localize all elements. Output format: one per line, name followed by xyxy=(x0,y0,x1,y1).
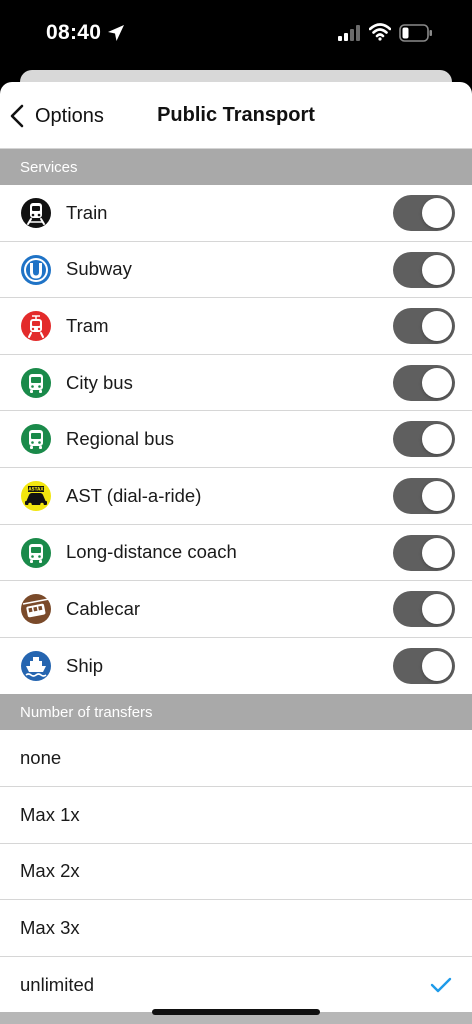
regional-bus-icon xyxy=(20,423,52,455)
service-row-subway: Subway xyxy=(0,241,472,299)
transfer-option-none[interactable]: none xyxy=(0,730,472,787)
city-bus-icon xyxy=(20,367,52,399)
service-row-long-distance-coach: Long-distance coach xyxy=(0,524,472,582)
service-row-regional-bus: Regional bus xyxy=(0,411,472,468)
service-row-tram: Tram xyxy=(0,298,472,355)
coach-toggle[interactable] xyxy=(393,534,455,571)
cellular-signal-icon xyxy=(338,25,360,41)
toggle-knob xyxy=(422,198,452,228)
transfer-label: Max 2x xyxy=(20,860,80,882)
service-label: Ship xyxy=(66,655,104,677)
service-row-train: Train xyxy=(0,185,472,242)
ast-taxi-icon: ASTAX xyxy=(20,480,52,512)
service-row-city-bus: City bus xyxy=(0,354,472,412)
service-label: AST (dial-a-ride) xyxy=(66,484,202,506)
transfer-label: Max 3x xyxy=(20,916,80,938)
service-label: Subway xyxy=(66,258,132,280)
status-time: 08:40 xyxy=(46,21,102,44)
toggle-knob xyxy=(422,650,452,681)
location-arrow-icon xyxy=(108,25,124,41)
home-indicator[interactable] xyxy=(152,1009,320,1015)
options-sheet: Options Public Transport Services Train xyxy=(0,82,472,1024)
ast-toggle[interactable] xyxy=(393,477,455,514)
transfer-label: unlimited xyxy=(20,974,95,996)
tram-toggle[interactable] xyxy=(393,308,455,345)
city-bus-toggle[interactable] xyxy=(393,364,455,401)
services-list: Train Subway Tram City bus Regional bus … xyxy=(0,185,472,695)
toggle-knob xyxy=(422,537,452,568)
toggle-knob xyxy=(422,254,452,285)
service-label: Long-distance coach xyxy=(66,541,237,563)
section-header-services: Services xyxy=(0,149,472,185)
service-label: Regional bus xyxy=(66,428,174,450)
regional-bus-toggle[interactable] xyxy=(393,421,455,458)
section-header-transfers: Number of transfers xyxy=(0,694,472,731)
transfers-list: none Max 1x Max 2x Max 3x unlimited xyxy=(0,730,472,1014)
transfer-option-max-1x[interactable]: Max 1x xyxy=(0,786,472,844)
train-toggle[interactable] xyxy=(393,195,455,231)
status-bar: 08:40 xyxy=(0,0,472,70)
transfer-option-unlimited[interactable]: unlimited xyxy=(0,956,472,1014)
wifi-icon xyxy=(369,23,391,41)
service-label: Train xyxy=(66,201,108,223)
subway-icon xyxy=(20,254,52,286)
ast-badge-text: ASTAX xyxy=(28,487,44,492)
toggle-knob xyxy=(422,311,452,342)
subway-toggle[interactable] xyxy=(393,251,455,288)
train-icon xyxy=(20,197,52,229)
ship-toggle[interactable] xyxy=(393,647,455,684)
tram-icon xyxy=(20,310,52,342)
service-row-ast: ASTAX AST (dial-a-ride) xyxy=(0,467,472,525)
toggle-knob xyxy=(422,480,452,511)
battery-icon xyxy=(399,24,432,42)
service-row-ship: Ship xyxy=(0,637,472,695)
toggle-knob xyxy=(422,424,452,455)
transfer-option-max-2x[interactable]: Max 2x xyxy=(0,843,472,901)
cablecar-toggle[interactable] xyxy=(393,591,455,628)
service-row-cablecar: Cablecar xyxy=(0,581,472,638)
coach-icon xyxy=(20,537,52,569)
transfer-option-max-3x[interactable]: Max 3x xyxy=(0,900,472,957)
cablecar-icon xyxy=(20,593,52,625)
ship-icon xyxy=(20,650,52,682)
page-title: Public Transport xyxy=(157,104,315,126)
service-label: Cablecar xyxy=(66,597,141,619)
navigation-bar: Options Public Transport xyxy=(0,82,472,149)
transfer-label: none xyxy=(20,747,62,769)
service-label: City bus xyxy=(66,371,133,393)
transfer-label: Max 1x xyxy=(20,803,80,825)
service-label: Tram xyxy=(66,314,109,336)
toggle-knob xyxy=(422,594,452,625)
checkmark-icon xyxy=(430,977,452,992)
toggle-knob xyxy=(422,367,452,398)
